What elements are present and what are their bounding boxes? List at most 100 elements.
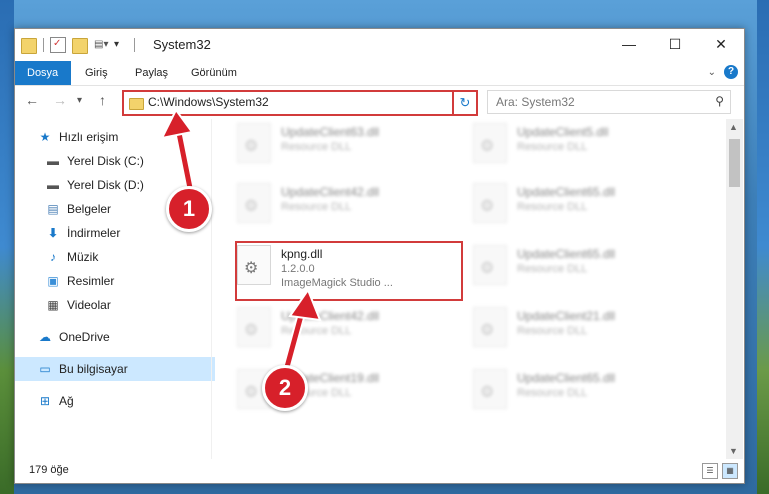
file-item[interactable]: ⚙ UpdateClient65.dll Resource DLL (469, 365, 694, 413)
address-path[interactable]: C:\Windows\System32 (148, 95, 269, 109)
desktop-background-right (757, 0, 769, 494)
recent-locations-button[interactable]: ▾ (77, 95, 82, 106)
separator (134, 38, 135, 52)
address-bar[interactable]: C:\Windows\System32 ⌄ (122, 90, 477, 116)
file-item[interactable]: ⚙ UpdateClient42.dll Resource DLL (233, 303, 458, 351)
file-name: UpdateClient65.dll (517, 371, 616, 385)
highlight-box (235, 241, 463, 301)
pictures-icon: ▣ (47, 274, 59, 288)
gear-icon: ⚙ (480, 198, 495, 215)
ribbon: Dosya Giriş Paylaş Görünüm ⌄ ? (15, 61, 744, 86)
file-name: UpdateClient65.dll (517, 185, 616, 199)
dll-file-icon: ⚙ (473, 369, 507, 409)
sidebar-item-local-disk-c[interactable]: ▬ Yerel Disk (C:) 📌 (15, 149, 240, 173)
sidebar-item-label: Bu bilgisayar (59, 362, 128, 376)
customize-toolbar-icon[interactable]: ▾ (114, 38, 128, 52)
folder-icon (21, 38, 37, 54)
search-icon[interactable]: ⚲ (715, 94, 724, 108)
file-item[interactable]: ⚙ UpdateClient63.dll Resource DLL (233, 119, 458, 167)
videos-icon: ▦ (47, 298, 59, 312)
tab-share[interactable]: Paylaş (123, 61, 180, 85)
sidebar-item-downloads[interactable]: ⬇ İndirmeler 📌 (15, 221, 240, 245)
sidebar-item-label: Yerel Disk (D:) (67, 178, 144, 192)
sidebar-item-label: Hızlı erişim (59, 130, 119, 144)
tab-file[interactable]: Dosya (15, 61, 71, 85)
file-name: UpdateClient42.dll (281, 185, 380, 199)
sidebar-item-network[interactable]: ⊞ Ağ (15, 389, 232, 413)
gear-icon: ⚙ (244, 322, 259, 339)
gear-icon: ⚙ (244, 384, 259, 401)
pane-divider (211, 119, 212, 459)
properties-icon[interactable]: ✓ (50, 37, 66, 53)
file-name: UpdateClient42.dll (281, 309, 380, 323)
tiles-view-icon[interactable]: ▦ (722, 463, 738, 479)
explorer-window: ✓ ▤▾ ▾ System32 — ☐ ✕ Dosya Giriş Paylaş… (14, 28, 745, 484)
gear-icon: ⚙ (480, 384, 495, 401)
search-input[interactable]: Ara: System32 (496, 95, 575, 109)
file-type: Resource DLL (517, 325, 588, 337)
sidebar-item-this-pc[interactable]: ▭ Bu bilgisayar (15, 357, 232, 381)
up-button[interactable]: ↑ (99, 92, 106, 108)
file-item[interactable]: ⚙ UpdateClient5.dll Resource DLL (469, 119, 694, 167)
dll-file-icon: ⚙ (237, 183, 271, 223)
close-button[interactable]: ✕ (698, 29, 744, 59)
file-type: Resource DLL (517, 201, 588, 213)
help-icon[interactable]: ? (724, 65, 738, 79)
file-item[interactable]: ⚙ UpdateClient21.dll Resource DLL (469, 303, 694, 351)
file-name: UpdateClient21.dll (517, 309, 616, 323)
gear-icon: ⚙ (244, 138, 259, 155)
dll-file-icon: ⚙ (473, 123, 507, 163)
expand-ribbon-icon[interactable]: ⌄ (708, 67, 716, 78)
sidebar-item-pictures[interactable]: ▣ Resimler 📌 (15, 269, 240, 293)
sidebar-item-label: İndirmeler (67, 226, 121, 240)
file-type: Resource DLL (517, 263, 588, 275)
sidebar-item-label: Videolar (67, 298, 111, 312)
tab-home[interactable]: Giriş (73, 61, 120, 85)
gear-icon: ⚙ (244, 198, 259, 215)
drive-icon: ▬ (47, 178, 59, 192)
details-view-icon[interactable]: ☰ (702, 463, 718, 479)
navigation-pane: ★ Hızlı erişim ▬ Yerel Disk (C:) 📌 ▬ Yer… (15, 119, 234, 459)
back-button[interactable]: ← (25, 92, 39, 108)
file-item[interactable]: ⚙ UpdateClient65.dll Resource DLL (469, 179, 694, 227)
file-name: UpdateClient65.dll (517, 247, 616, 261)
search-box[interactable]: Ara: System32 ⚲ (487, 90, 731, 114)
separator (43, 38, 44, 52)
maximize-button[interactable]: ☐ (652, 29, 698, 59)
file-item[interactable]: ⚙ UpdateClient42.dll Resource DLL (233, 179, 458, 227)
sidebar-item-music[interactable]: ♪ Müzik 📌 (15, 245, 240, 269)
sidebar-item-label: Resimler (67, 274, 115, 288)
desktop-background-left (0, 0, 14, 494)
vertical-scrollbar[interactable]: ▲ ▼ (726, 119, 743, 459)
minimize-button[interactable]: — (606, 29, 652, 59)
navigation-bar: ← → ▾ ↑ C:\Windows\System32 ⌄ ↻ Ara: Sys… (15, 86, 744, 116)
computer-icon: ▭ (39, 362, 51, 376)
file-item[interactable]: ⚙ UpdateClient65.dll Resource DLL (469, 241, 694, 289)
sidebar-item-onedrive[interactable]: ☁ OneDrive (15, 325, 232, 349)
file-name: UpdateClient5.dll (517, 125, 609, 139)
scroll-thumb[interactable] (729, 139, 740, 187)
scroll-up-icon[interactable]: ▲ (729, 122, 738, 132)
ribbon-controls: ⌄ ? (708, 65, 738, 79)
title-bar: ✓ ▤▾ ▾ System32 — ☐ ✕ (15, 29, 744, 61)
gear-icon: ⚙ (480, 260, 495, 277)
file-type: Resource DLL (281, 201, 352, 213)
sidebar-item-videos[interactable]: ▦ Videolar 📌 (15, 293, 240, 317)
scroll-down-icon[interactable]: ▼ (729, 446, 738, 456)
dll-file-icon: ⚙ (237, 123, 271, 163)
tab-view[interactable]: Görünüm (179, 61, 249, 85)
folder-icon (129, 98, 144, 110)
gear-icon: ⚙ (480, 138, 495, 155)
refresh-button[interactable]: ↻ (452, 90, 478, 116)
gear-icon: ⚙ (480, 322, 495, 339)
dll-file-icon: ⚙ (473, 245, 507, 285)
view-icon[interactable]: ▤▾ (94, 38, 108, 52)
annotation-badge-2: 2 (262, 365, 308, 411)
sidebar-item-label: Belgeler (67, 202, 112, 216)
file-type: Resource DLL (517, 387, 588, 399)
forward-button[interactable]: → (53, 92, 67, 108)
new-folder-icon[interactable] (72, 38, 88, 54)
sidebar-item-label: Ağ (59, 394, 74, 408)
cloud-icon: ☁ (39, 330, 51, 344)
sidebar-item-quick-access[interactable]: ★ Hızlı erişim (15, 125, 232, 149)
